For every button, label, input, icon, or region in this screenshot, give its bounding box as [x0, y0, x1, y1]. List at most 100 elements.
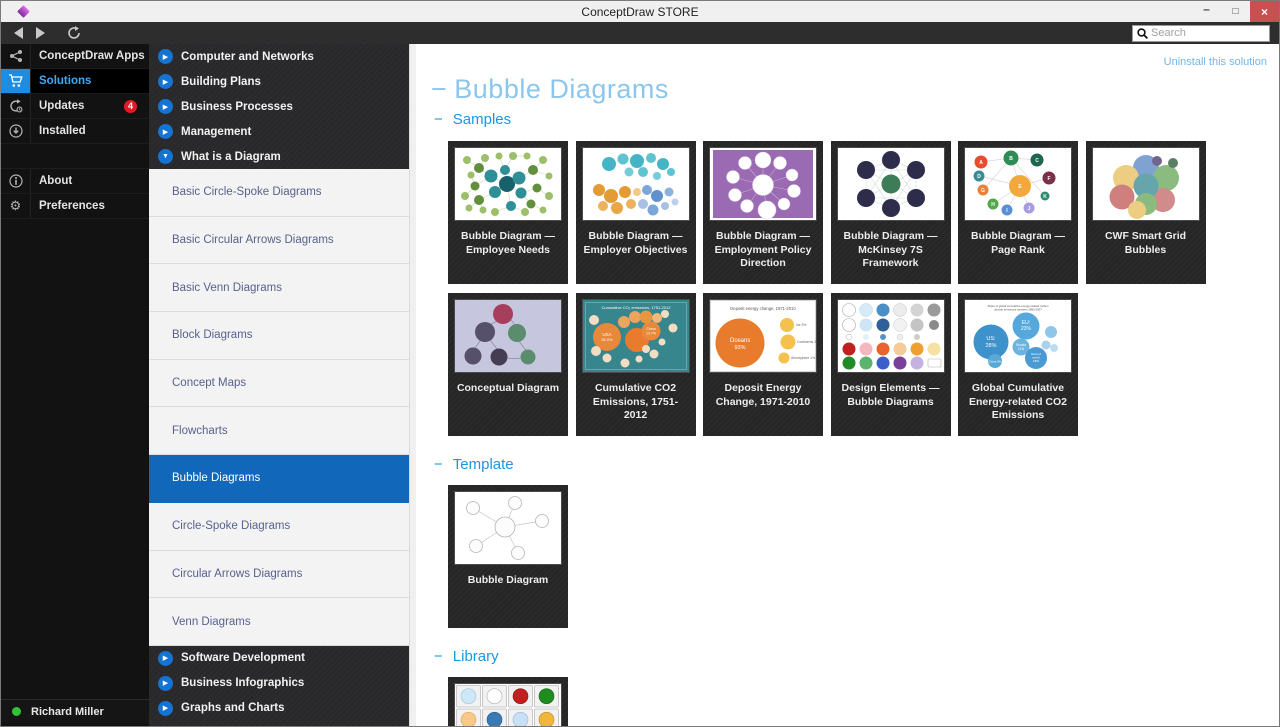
- subitem-circular-arrows-diagrams[interactable]: Circular Arrows Diagrams: [149, 550, 409, 599]
- sample-label: Bubble Diagram — Employment Policy Direc…: [714, 230, 812, 270]
- svg-text:China 9%: China 9%: [988, 360, 1001, 364]
- category-business-processes[interactable]: ▶ Business Processes: [149, 94, 409, 119]
- refresh-icon: [68, 26, 80, 39]
- refresh-button[interactable]: [63, 22, 85, 44]
- subitem-basic-circle-spoke-diagrams[interactable]: Basic Circle-Spoke Diagrams: [149, 169, 409, 217]
- collapse-dash-icon[interactable]: −: [434, 648, 443, 665]
- apps-network-icon: [1, 44, 31, 68]
- thumbnail-image: [836, 299, 945, 373]
- chevron-right-icon: ▶: [158, 650, 173, 666]
- thumbnail-image: [454, 147, 562, 221]
- subitem-block-diagrams[interactable]: Block Diagrams: [149, 312, 409, 360]
- sample-card-design-elements[interactable]: Design Elements — Bubble Diagrams: [830, 293, 951, 436]
- samples-heading: − Samples: [434, 111, 512, 128]
- subcategory-list: Basic Circle-Spoke Diagrams Basic Circul…: [149, 169, 409, 646]
- updates-sync-icon: [1, 94, 31, 118]
- app-window: ConceptDraw STORE – □ × Search ConceptDr…: [0, 0, 1280, 727]
- svg-text:H: H: [991, 202, 995, 208]
- subitem-basic-circular-arrows-diagrams[interactable]: Basic Circular Arrows Diagrams: [149, 216, 409, 265]
- subitem-bubble-diagrams[interactable]: Bubble Diagrams: [149, 455, 409, 503]
- search-input[interactable]: [1151, 27, 1269, 39]
- svg-text:26.0%: 26.0%: [601, 337, 613, 342]
- category-computer-and-networks[interactable]: ▶ Computer and Networks: [149, 44, 409, 69]
- category-business-infographics[interactable]: ▶ Business Infographics: [149, 671, 409, 696]
- sidebar-item-conceptdraw-apps[interactable]: ConceptDraw Apps: [1, 44, 149, 69]
- subitem-flowcharts[interactable]: Flowcharts: [149, 407, 409, 456]
- back-icon: [13, 27, 23, 39]
- sample-card-employee-needs[interactable]: Bubble Diagram — Employee Needs: [448, 141, 568, 284]
- thumbnail-image: [581, 147, 690, 221]
- svg-text:D: D: [977, 174, 981, 180]
- subitem-circle-spoke-diagrams[interactable]: Circle-Spoke Diagrams: [149, 502, 409, 551]
- sample-card-cumulative-co2[interactable]: Cumulative CO₂ emissions, 1751-2012 USA: [575, 293, 696, 436]
- user-account-row[interactable]: Richard Miller: [1, 699, 149, 723]
- uninstall-solution-link[interactable]: Uninstall this solution: [1164, 56, 1267, 68]
- sidebar-item-about[interactable]: About: [1, 169, 149, 194]
- forward-icon: [35, 27, 45, 39]
- sample-label: Design Elements — Bubble Diagrams: [841, 382, 940, 408]
- navigation-bar: [1, 22, 1279, 44]
- collapse-dash-icon[interactable]: −: [434, 111, 443, 128]
- svg-text:93%: 93%: [734, 345, 745, 351]
- svg-text:Atmosphere 1%: Atmosphere 1%: [791, 356, 815, 360]
- sample-card-cwf-smart-grid[interactable]: CWF Smart Grid Bubbles: [1085, 141, 1206, 284]
- minimize-button[interactable]: –: [1192, 1, 1221, 22]
- sidebar-item-preferences[interactable]: ⚙ Preferences: [1, 194, 149, 219]
- subitem-venn-diagrams[interactable]: Venn Diagrams: [149, 598, 409, 646]
- svg-text:11%: 11%: [1018, 347, 1024, 351]
- svg-text:23%: 23%: [1021, 326, 1032, 332]
- sample-card-employment-policy-direction[interactable]: Bubble Diagram — Employment Policy Direc…: [703, 141, 823, 284]
- library-heading: − Library: [434, 648, 499, 665]
- title-bar: ConceptDraw STORE – □ ×: [1, 1, 1279, 22]
- collapse-dash-icon[interactable]: −: [434, 456, 443, 473]
- sample-card-employer-objectives[interactable]: Bubble Diagram — Employer Objectives: [575, 141, 696, 284]
- sample-label: Deposit Energy Change, 1971-2010: [715, 382, 811, 408]
- maximize-button[interactable]: □: [1221, 1, 1250, 22]
- thumbnail-image: [836, 147, 945, 221]
- sidebar-item-solutions[interactable]: Solutions: [1, 69, 149, 94]
- sidebar-item-label: Installed: [39, 125, 86, 137]
- sidebar-item-installed[interactable]: Installed: [1, 119, 149, 144]
- library-card-bubble-shapes[interactable]: [448, 677, 568, 726]
- thumbnail-image: [1091, 147, 1200, 221]
- sidebar-item-label: Updates 4: [31, 94, 149, 118]
- category-building-plans[interactable]: ▶ Building Plans: [149, 69, 409, 94]
- samples-row-1: Bubble Diagram — Employee Needs Bubble D…: [448, 141, 1279, 284]
- category-management[interactable]: ▶ Management: [149, 119, 409, 144]
- app-sidebar: ConceptDraw Apps Solutions Updates 4 Ins…: [1, 44, 149, 726]
- sample-label: Bubble Diagram — McKinsey 7S Framework: [843, 230, 938, 270]
- category-what-is-a-diagram[interactable]: ▼ What is a Diagram: [149, 144, 409, 169]
- sidebar-item-updates[interactable]: Updates 4: [1, 94, 149, 119]
- forward-button[interactable]: [29, 22, 51, 44]
- template-card-bubble-diagram[interactable]: Bubble Diagram: [448, 485, 568, 628]
- category-software-development[interactable]: ▶ Software Development: [149, 646, 409, 671]
- template-label: Bubble Diagram: [467, 574, 549, 586]
- category-scrollbar[interactable]: [409, 44, 416, 726]
- category-panel: ▶ Computer and Networks ▶ Building Plans…: [149, 44, 409, 726]
- subitem-basic-venn-diagrams[interactable]: Basic Venn Diagrams: [149, 264, 409, 313]
- collapse-dash-icon[interactable]: −: [431, 74, 447, 104]
- online-status-icon: [12, 707, 21, 716]
- window-title: ConceptDraw STORE: [581, 4, 699, 19]
- sidebar-filler: [1, 219, 149, 699]
- chevron-right-icon: ▶: [158, 99, 173, 114]
- svg-text:B: B: [1009, 156, 1013, 162]
- sidebar-item-label: Solutions: [31, 69, 149, 93]
- back-button[interactable]: [7, 22, 29, 44]
- svg-text:J: J: [1028, 206, 1031, 212]
- sample-card-mckinsey-7s[interactable]: Bubble Diagram — McKinsey 7S Framework: [830, 141, 951, 284]
- thumbnail-image: [454, 683, 562, 726]
- sidebar-item-label: Preferences: [39, 200, 105, 212]
- sample-card-conceptual-diagram[interactable]: Conceptual Diagram: [448, 293, 568, 436]
- svg-text:dioxide emissions between 1890: dioxide emissions between 1890-2007: [994, 308, 1042, 312]
- svg-text:Cumulative CO₂ emissions, 1751: Cumulative CO₂ emissions, 1751-2012: [601, 305, 671, 310]
- subitem-concept-maps[interactable]: Concept Maps: [149, 359, 409, 408]
- thumbnail-image: Share of global cumulative energy-relate…: [964, 299, 1072, 373]
- sample-card-page-rank[interactable]: A B C D E F G H I J K Bubble Diagram — P…: [958, 141, 1078, 284]
- sample-card-deposit-energy[interactable]: Deposit energy change, 1971-2010 Oceans …: [703, 293, 823, 436]
- sample-card-global-co2[interactable]: Share of global cumulative energy-relate…: [958, 293, 1078, 436]
- search-icon: [1137, 27, 1148, 39]
- chevron-right-icon: ▶: [158, 700, 173, 716]
- close-button[interactable]: ×: [1250, 1, 1279, 22]
- category-graphs-and-charts[interactable]: ▶ Graphs and Charts: [149, 696, 409, 721]
